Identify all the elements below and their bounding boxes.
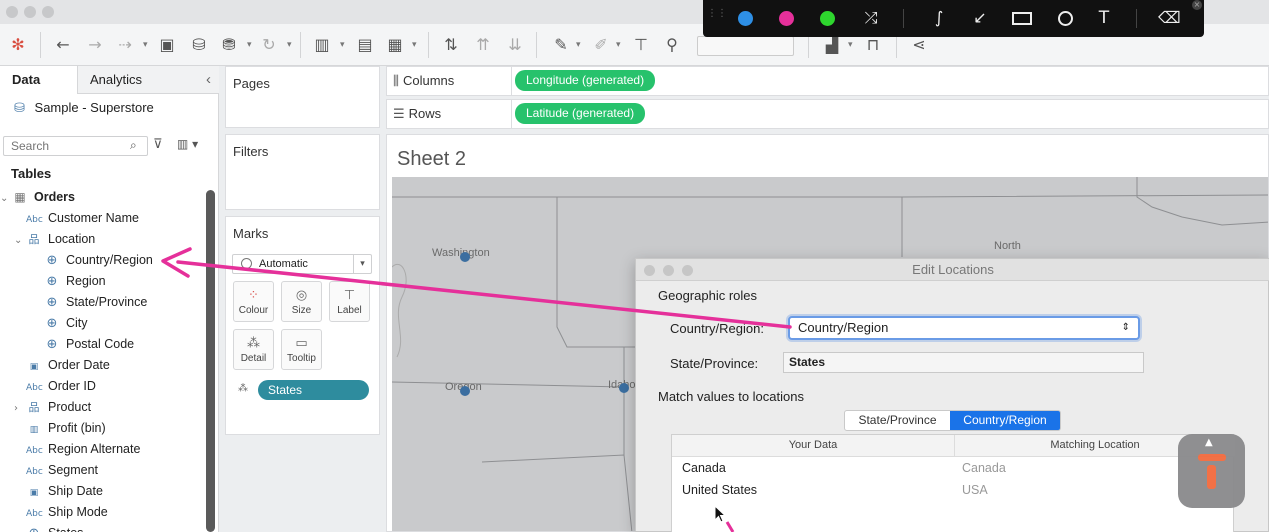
mouse-cursor-icon — [714, 505, 727, 523]
app-logo-icon — [1198, 454, 1226, 461]
annotation-arrow — [161, 247, 792, 532]
app-logo-stem — [1207, 465, 1216, 489]
chevron-up-icon: ▲ — [1205, 437, 1213, 448]
tableau-window: ✻ ← → ⇢ ▾ ▣ ⛁ ⛃ ▾ ↻ ▾ ▥ ▾ ▤ ▦ ▾ ⇅ ⇈ ⇊ ✎ … — [0, 0, 1269, 532]
floating-app-badge[interactable]: ▲ — [1178, 434, 1245, 508]
